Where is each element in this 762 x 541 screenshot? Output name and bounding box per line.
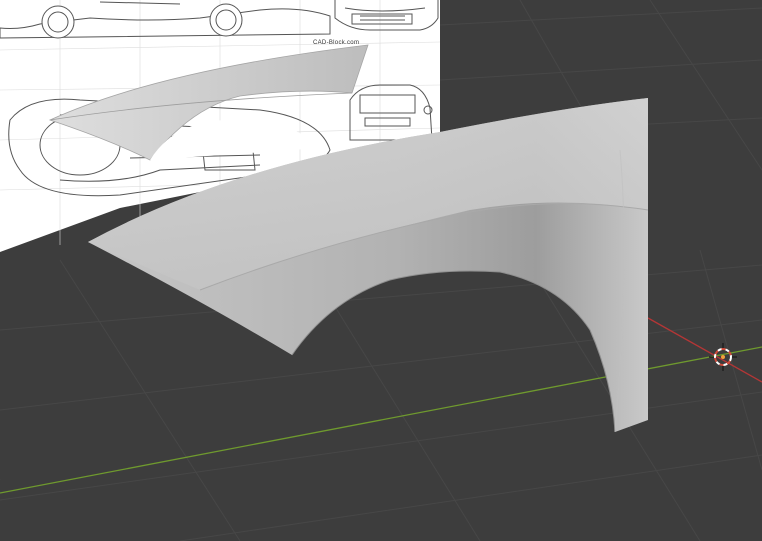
3d-viewport[interactable]: CAD-Block.com	[0, 0, 762, 541]
viewport-canvas[interactable]: CAD-Block.com	[0, 0, 762, 541]
watermark-text: CAD-Block.com	[313, 40, 359, 46]
